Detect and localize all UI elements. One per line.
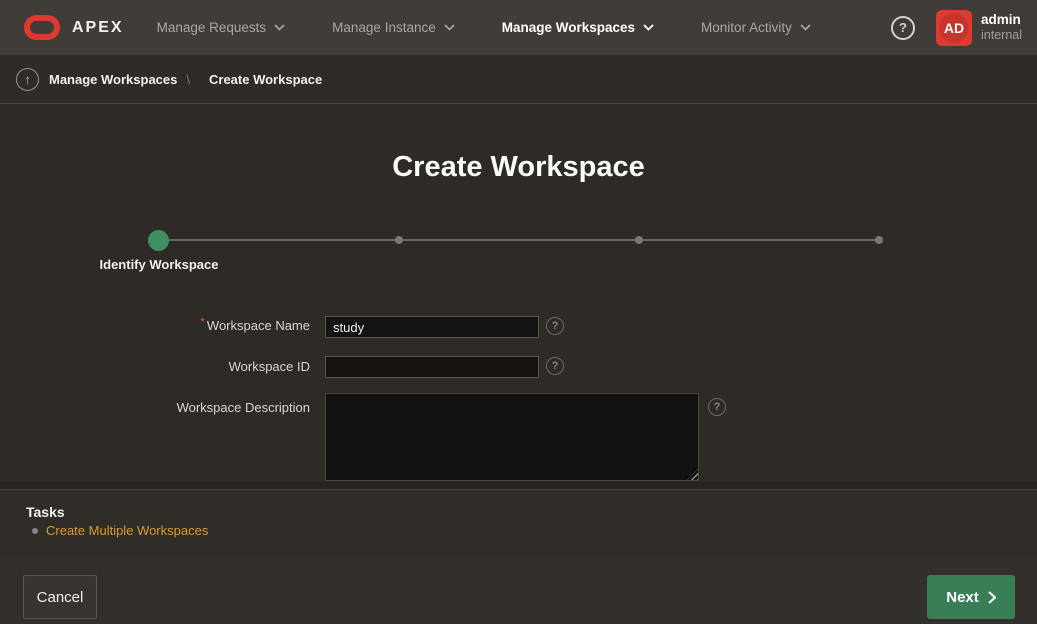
wizard-step-2-dot: [395, 236, 403, 244]
workspace-description-help-icon[interactable]: ?: [708, 398, 726, 416]
nav-item-label: Manage Workspaces: [502, 20, 635, 35]
nav-item-manage-workspaces[interactable]: Manage Workspaces: [502, 20, 654, 35]
breadcrumb-parent-link[interactable]: Manage Workspaces: [49, 72, 177, 87]
tasks-heading: Tasks: [26, 504, 65, 520]
wizard-footer: Cancel Next: [0, 557, 1037, 624]
chevron-down-icon: [444, 24, 455, 31]
navbar-menu: Manage Requests Manage Instance Manage W…: [157, 20, 811, 35]
tasks-section: Tasks Create Multiple Workspaces: [0, 490, 1037, 557]
breadcrumb: ↑ Manage Workspaces \ Create Workspace: [0, 55, 1037, 104]
section-shadow: [0, 482, 1037, 489]
nav-item-label: Monitor Activity: [701, 20, 792, 35]
user-name: admin: [981, 12, 1022, 28]
breadcrumb-current: Create Workspace: [209, 72, 322, 87]
workspace-id-help-icon[interactable]: ?: [546, 357, 564, 375]
wizard-progress-line: [158, 239, 879, 241]
next-button[interactable]: Next: [927, 575, 1015, 619]
chevron-down-icon: [274, 24, 285, 31]
chevron-down-icon: [643, 24, 654, 31]
navbar-right: ? AD admin internal: [891, 10, 1022, 46]
oracle-logo-icon: [24, 15, 60, 40]
nav-item-manage-requests[interactable]: Manage Requests: [157, 20, 286, 35]
chevron-right-icon: [988, 591, 996, 604]
help-icon[interactable]: ?: [891, 16, 915, 40]
wizard-step-4-dot: [875, 236, 883, 244]
workspace-name-help-icon[interactable]: ?: [546, 317, 564, 335]
nav-item-monitor-activity[interactable]: Monitor Activity: [701, 20, 811, 35]
nav-item-manage-instance[interactable]: Manage Instance: [332, 20, 455, 35]
cancel-button[interactable]: Cancel: [23, 575, 97, 619]
chevron-down-icon: [800, 24, 811, 31]
bullet-icon: [32, 528, 38, 534]
create-workspace-page: APEX Manage Requests Manage Instance Man…: [0, 0, 1037, 624]
user-avatar[interactable]: AD: [936, 10, 972, 46]
page-title: Create Workspace: [0, 151, 1037, 184]
workspace-id-label: Workspace ID: [0, 359, 310, 375]
workspace-name-label: *Workspace Name: [0, 318, 310, 334]
wizard-body: Create Workspace Identify Workspace *Wor…: [0, 105, 1037, 624]
create-multiple-workspaces-link[interactable]: Create Multiple Workspaces: [46, 523, 208, 538]
wizard-step-3-dot: [635, 236, 643, 244]
wizard-step-1-dot: [148, 230, 169, 251]
next-button-label: Next: [946, 589, 979, 606]
workspace-description-textarea[interactable]: [325, 393, 699, 481]
breadcrumb-separator: \: [186, 72, 190, 87]
workspace-description-label: Workspace Description: [0, 400, 310, 416]
workspace-name-input[interactable]: [325, 316, 539, 338]
nav-item-label: Manage Instance: [332, 20, 436, 35]
required-marker: *: [200, 315, 205, 329]
wizard-step-label: Identify Workspace: [39, 257, 279, 272]
top-navbar: APEX Manage Requests Manage Instance Man…: [0, 0, 1037, 55]
up-arrow-icon[interactable]: ↑: [16, 68, 39, 91]
nav-item-label: Manage Requests: [157, 20, 267, 35]
workspace-id-input[interactable]: [325, 356, 539, 378]
user-menu[interactable]: admin internal: [981, 12, 1022, 44]
user-realm: internal: [981, 28, 1022, 43]
brand-label: APEX: [72, 19, 124, 37]
